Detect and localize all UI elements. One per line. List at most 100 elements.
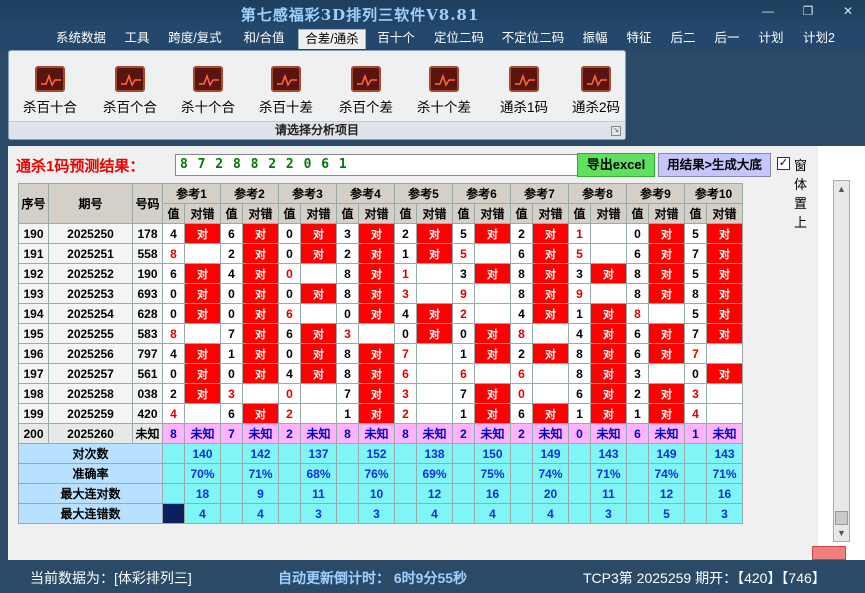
ribbon-button-4[interactable]: 杀百个差 xyxy=(331,66,401,116)
value-cell: 8 xyxy=(684,283,707,304)
menu-item-digits[interactable]: 百十个 xyxy=(372,29,420,49)
miss-cell xyxy=(416,363,453,384)
miss-cell xyxy=(416,263,453,284)
value-cell: 0 xyxy=(220,303,243,324)
value-cell: 8 xyxy=(336,263,359,284)
value-cell: 8 xyxy=(336,283,359,304)
menu-item-diff-kill[interactable]: 合差/通杀 xyxy=(298,29,366,49)
ribbon-button-0[interactable]: 杀百十合 xyxy=(15,66,85,116)
scroll-down-arrow-icon[interactable]: ▼ xyxy=(834,525,849,541)
value-cell: 1 xyxy=(626,403,649,424)
value-cell: 7 xyxy=(684,343,707,364)
stay-on-top-checkbox[interactable]: ✓ xyxy=(777,157,790,170)
menu-item-plan[interactable]: 计划 xyxy=(752,29,790,49)
hit-cell: 对 xyxy=(184,343,221,364)
value-subheader: 值 xyxy=(568,203,591,224)
value-cell: 3 xyxy=(452,263,475,284)
table-row[interactable]: 191 2025251 558 8 2 对 0 对 2 对 1 对 5 6 对 5 6 对 7 对 xyxy=(18,243,743,264)
hit-cell: 对 xyxy=(300,343,337,364)
stat-spacer xyxy=(394,483,417,504)
result-subheader: 对错 xyxy=(358,203,395,224)
stat-value: 69% xyxy=(416,463,453,484)
pred-result-cell: 未知 xyxy=(706,423,743,444)
ribbon-button-6[interactable]: 通杀1码 xyxy=(489,66,559,116)
table-row[interactable]: 194 2025254 628 0 对 0 对 6 0 对 4 对 2 4 对 1 对 8 5 对 xyxy=(18,303,743,324)
value-cell: 1 xyxy=(220,343,243,364)
value-cell: 6 xyxy=(220,403,243,424)
hit-cell: 对 xyxy=(706,323,743,344)
generate-base-button[interactable]: 用结果>生成大底 xyxy=(658,153,771,177)
value-cell: 4 xyxy=(220,263,243,284)
value-cell: 3 xyxy=(336,323,359,344)
ribbon-button-3[interactable]: 杀百十差 xyxy=(251,66,321,116)
table-row[interactable]: 190 2025250 178 4 对 6 对 0 对 3 对 2 对 5 对 2 对 1 0 对 5 对 xyxy=(18,223,743,244)
pred-result-cell: 未知 xyxy=(590,423,627,444)
hit-cell: 对 xyxy=(300,283,337,304)
value-cell: 0 xyxy=(510,383,533,404)
result-subheader: 对错 xyxy=(532,203,569,224)
table-row[interactable]: 197 2025257 561 0 对 0 对 4 对 8 对 6 6 6 8 对 3 0 对 xyxy=(18,363,743,384)
vertical-scrollbar[interactable]: ▲ ▼ xyxy=(833,180,850,542)
value-cell: 0 xyxy=(162,283,185,304)
miss-cell xyxy=(184,403,221,424)
value-subheader: 值 xyxy=(510,203,533,224)
ribbon-expand-icon[interactable]: ↘ xyxy=(611,126,621,136)
menu-item-feature[interactable]: 特征 xyxy=(620,29,658,49)
number-cell: 583 xyxy=(132,323,163,344)
miss-cell xyxy=(358,323,395,344)
menu-item-last-two[interactable]: 后二 xyxy=(664,29,702,49)
table-row[interactable]: 199 2025259 420 4 6 对 2 1 对 2 1 对 6 对 1 对 1 对 4 xyxy=(18,403,743,424)
value-cell: 6 xyxy=(452,363,475,384)
pred-result-cell: 未知 xyxy=(300,423,337,444)
menu-item-amplitude[interactable]: 振幅 xyxy=(576,29,614,49)
value-cell: 4 xyxy=(568,323,591,344)
hit-cell: 对 xyxy=(358,303,395,324)
menu-item-system-data[interactable]: 系统数据 xyxy=(50,29,112,49)
ribbon-button-5[interactable]: 杀十个差 xyxy=(409,66,479,116)
number-cell: 558 xyxy=(132,243,163,264)
stat-spacer xyxy=(394,463,417,484)
menu-item-last-one[interactable]: 后一 xyxy=(708,29,746,49)
value-cell: 8 xyxy=(162,243,185,264)
ribbon-button-7[interactable]: 通杀2码 xyxy=(561,66,631,116)
table-row[interactable]: 196 2025256 797 4 对 1 对 0 对 8 对 7 1 对 2 对 8 对 6 对 7 xyxy=(18,343,743,364)
value-cell: 0 xyxy=(220,283,243,304)
menu-item-nonposition-two[interactable]: 不定位二码 xyxy=(496,29,570,49)
period-cell: 2025256 xyxy=(48,343,133,364)
stat-spacer xyxy=(336,443,359,464)
menu-item-sum[interactable]: 和/合值 xyxy=(234,29,294,49)
value-cell: 2 xyxy=(336,243,359,264)
scroll-thumb[interactable] xyxy=(835,511,848,525)
ribbon-button-2[interactable]: 杀十个合 xyxy=(173,66,243,116)
result-subheader: 对错 xyxy=(648,203,685,224)
value-cell: 0 xyxy=(626,223,649,244)
number-cell: 未知 xyxy=(132,423,163,444)
table-row[interactable]: 192 2025252 190 6 对 4 对 0 8 对 1 3 对 8 对 3 对 8 对 5 对 xyxy=(18,263,743,284)
value-cell: 2 xyxy=(394,223,417,244)
stat-value: 16 xyxy=(474,483,511,504)
stat-value: 140 xyxy=(184,443,221,464)
scroll-up-arrow-icon[interactable]: ▲ xyxy=(834,181,849,197)
menu-item-tools[interactable]: 工具 xyxy=(118,29,156,49)
table-row[interactable]: 195 2025255 583 8 7 对 6 对 3 0 对 0 对 8 4 对 6 对 7 对 xyxy=(18,323,743,344)
minimize-button[interactable]: — xyxy=(755,2,781,20)
stat-spacer xyxy=(162,483,185,504)
stat-spacer xyxy=(278,503,301,524)
miss-cell xyxy=(648,363,685,384)
stat-value: 3 xyxy=(590,503,627,524)
ribbon-button-1[interactable]: 杀百个合 xyxy=(95,66,165,116)
stat-spacer xyxy=(510,483,533,504)
prediction-result-field[interactable]: 8 7 2 8 8 2 2 0 6 1 xyxy=(175,154,581,176)
menu-item-span[interactable]: 跨度/复式 xyxy=(162,29,228,49)
results-table: 序号 期号 号码 参考1 参考2 参考3 参考4 参考5 参考6 参考7 参考8 参考9 参考10 值对错… xyxy=(18,183,743,524)
latest-draw-text: TCP3第 2025259 期开：【420】【746】 xyxy=(583,570,826,586)
table-row[interactable]: 193 2025253 693 0 对 0 对 0 对 8 对 3 9 8 对 9 8 对 8 对 xyxy=(18,283,743,304)
ref-header: 参考4 xyxy=(336,183,395,204)
close-button[interactable]: ✕ xyxy=(835,2,861,20)
maximize-button[interactable]: ❐ xyxy=(795,2,821,20)
menu-item-plan2[interactable]: 计划2 xyxy=(796,29,842,49)
seq-cell: 200 xyxy=(18,423,49,444)
export-excel-button[interactable]: 导出excel xyxy=(577,153,655,177)
table-row[interactable]: 198 2025258 038 2 对 3 0 7 对 3 7 对 0 6 对 2 对 3 xyxy=(18,383,743,404)
menu-item-position-two[interactable]: 定位二码 xyxy=(428,29,490,49)
